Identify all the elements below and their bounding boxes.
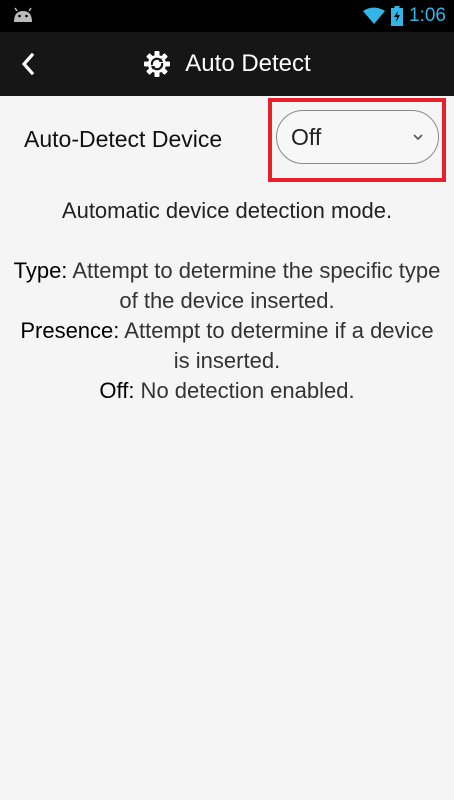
option-text: Attempt to determine if a device is inse… [119, 318, 434, 373]
description-option-presence: Presence: Attempt to determine if a devi… [12, 316, 442, 376]
wifi-icon [363, 7, 386, 24]
description: Automatic device detection mode. Type: A… [12, 196, 442, 406]
auto-detect-row: Auto-Detect Device Off [0, 96, 454, 192]
android-icon [14, 7, 32, 22]
title-wrap: Auto Detect [0, 32, 454, 96]
description-intro: Automatic device detection mode. [61, 198, 393, 223]
dropdown-value: Off [291, 124, 322, 150]
chevron-down-icon [413, 134, 423, 141]
description-option-off: Off: No detection enabled. [12, 376, 442, 406]
screen: 1:06 Auto Detect Auto-Detect Device Off … [0, 0, 454, 800]
option-text: Attempt to determine the specific type o… [67, 258, 441, 313]
status-time: 1:06 [409, 5, 446, 26]
option-text: No detection enabled. [134, 378, 355, 403]
gear-icon [144, 51, 171, 77]
setting-label: Auto-Detect Device [24, 126, 223, 152]
description-option-type: Type: Attempt to determine the specific … [12, 256, 442, 316]
option-term: Off: [99, 378, 135, 403]
option-term: Type: [13, 258, 68, 283]
option-term: Presence: [20, 318, 120, 343]
status-right: 1:06 [363, 4, 446, 28]
battery-charging-icon [391, 6, 404, 26]
action-bar: Auto Detect [0, 32, 454, 96]
status-bar: 1:06 [0, 0, 454, 32]
page-title: Auto Detect [185, 50, 311, 77]
auto-detect-dropdown[interactable]: Off [276, 110, 439, 164]
